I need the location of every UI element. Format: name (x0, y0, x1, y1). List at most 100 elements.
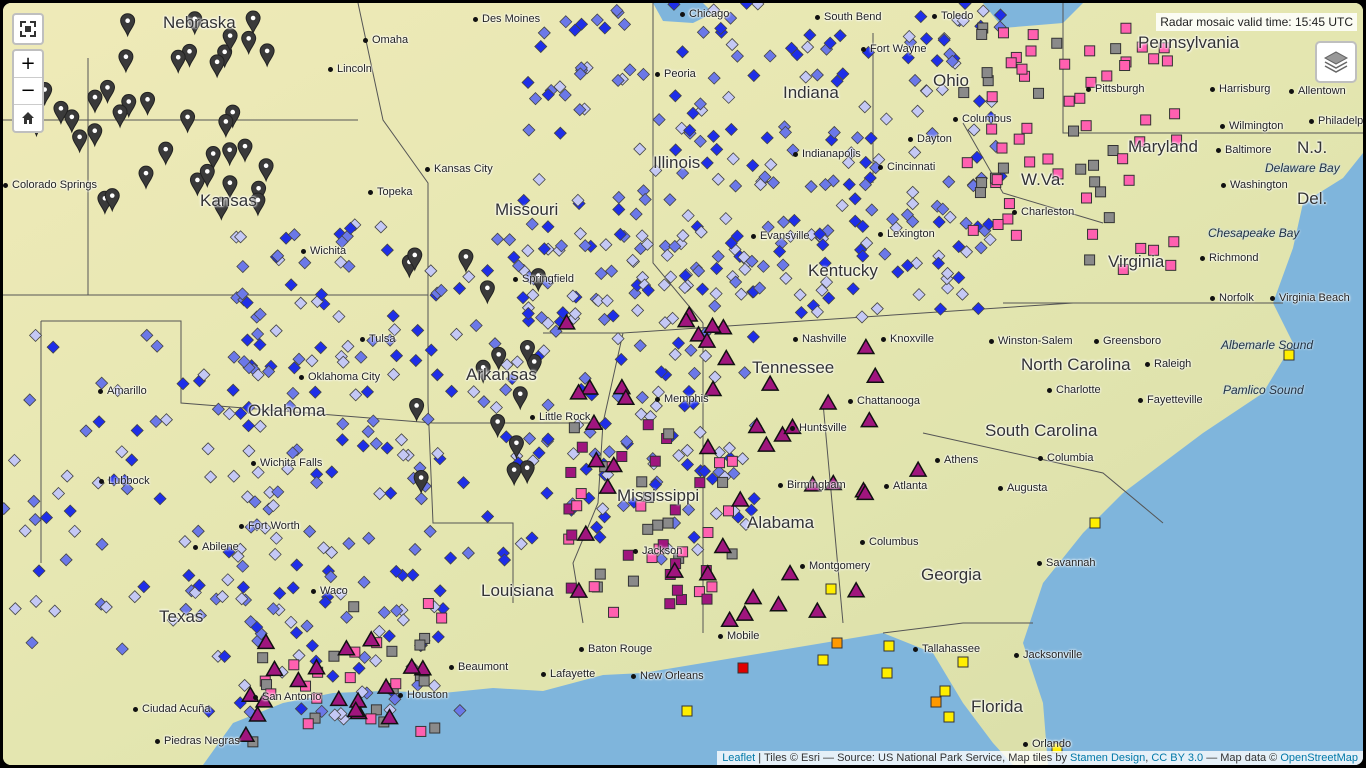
station-diamond-marker[interactable] (724, 122, 738, 136)
station-square-marker[interactable] (422, 598, 434, 610)
station-square-marker[interactable] (1080, 192, 1092, 204)
map-pin-marker[interactable] (458, 249, 474, 274)
station-diamond-marker[interactable] (461, 546, 475, 560)
station-diamond-marker[interactable] (598, 21, 612, 35)
station-square-marker[interactable] (817, 654, 829, 666)
station-diamond-marker[interactable] (424, 264, 438, 278)
station-diamond-marker[interactable] (799, 70, 813, 84)
map-pin-marker[interactable] (112, 104, 128, 129)
station-diamond-marker[interactable] (914, 10, 928, 24)
station-square-marker[interactable] (1089, 517, 1101, 529)
station-diamond-marker[interactable] (693, 134, 707, 148)
station-square-marker[interactable] (418, 675, 430, 687)
station-diamond-marker[interactable] (879, 112, 893, 126)
station-diamond-marker[interactable] (25, 636, 39, 650)
station-diamond-marker[interactable] (236, 259, 250, 274)
station-diamond-marker[interactable] (738, 366, 752, 380)
station-diamond-marker[interactable] (777, 215, 791, 229)
station-diamond-marker[interactable] (680, 457, 695, 472)
station-square-marker[interactable] (717, 476, 729, 488)
station-square-marker[interactable] (881, 667, 893, 679)
station-diamond-marker[interactable] (891, 265, 905, 279)
map-pin-marker[interactable] (138, 165, 154, 190)
station-diamond-marker[interactable] (943, 210, 957, 224)
station-diamond-marker[interactable] (514, 537, 528, 551)
station-diamond-marker[interactable] (340, 610, 354, 624)
map-pin-marker[interactable] (479, 280, 495, 305)
map-pin-marker[interactable] (118, 49, 134, 74)
station-diamond-marker[interactable] (480, 264, 495, 278)
station-diamond-marker[interactable] (325, 465, 339, 479)
station-diamond-marker[interactable] (384, 486, 398, 500)
station-diamond-marker[interactable] (725, 38, 739, 52)
station-square-marker[interactable] (981, 67, 993, 79)
map-pin-marker[interactable] (241, 30, 257, 56)
station-diamond-marker[interactable] (833, 29, 847, 43)
station-diamond-marker[interactable] (751, 3, 765, 11)
station-diamond-marker[interactable] (79, 424, 93, 438)
station-diamond-marker[interactable] (711, 249, 725, 263)
map-pin-marker[interactable] (170, 49, 186, 74)
station-diamond-marker[interactable] (46, 340, 60, 354)
station-diamond-marker[interactable] (130, 423, 144, 438)
station-diamond-marker[interactable] (32, 564, 46, 578)
station-diamond-marker[interactable] (955, 287, 969, 301)
station-diamond-marker[interactable] (933, 302, 948, 316)
station-square-marker[interactable] (1021, 122, 1033, 134)
station-diamond-marker[interactable] (176, 377, 190, 391)
station-diamond-marker[interactable] (271, 485, 285, 499)
station-diamond-marker[interactable] (729, 179, 743, 193)
station-diamond-marker[interactable] (681, 209, 695, 223)
station-diamond-marker[interactable] (906, 185, 920, 199)
warning-triangle-marker[interactable] (860, 411, 879, 428)
station-diamond-marker[interactable] (137, 580, 151, 594)
station-diamond-marker[interactable] (289, 626, 304, 640)
warning-triangle-marker[interactable] (236, 725, 256, 743)
warning-triangle-marker[interactable] (289, 670, 308, 688)
station-square-marker[interactable] (976, 28, 988, 40)
station-diamond-marker[interactable] (617, 17, 632, 31)
station-diamond-marker[interactable] (273, 586, 287, 600)
station-diamond-marker[interactable] (300, 619, 314, 633)
station-diamond-marker[interactable] (708, 299, 722, 313)
station-square-marker[interactable] (386, 645, 398, 657)
station-diamond-marker[interactable] (59, 553, 73, 567)
station-diamond-marker[interactable] (634, 407, 648, 421)
station-square-marker[interactable] (348, 601, 360, 613)
station-diamond-marker[interactable] (221, 573, 235, 587)
station-diamond-marker[interactable] (28, 513, 42, 527)
station-square-marker[interactable] (1051, 37, 1063, 49)
map-pin-marker[interactable] (259, 43, 275, 68)
home-button[interactable] (14, 105, 42, 131)
station-square-marker[interactable] (1016, 63, 1028, 75)
station-diamond-marker[interactable] (95, 537, 109, 551)
station-diamond-marker[interactable] (793, 288, 807, 302)
station-diamond-marker[interactable] (573, 227, 587, 241)
station-diamond-marker[interactable] (481, 509, 495, 524)
station-square-marker[interactable] (675, 594, 687, 606)
station-square-marker[interactable] (1068, 125, 1080, 137)
station-diamond-marker[interactable] (406, 568, 420, 582)
station-diamond-marker[interactable] (373, 487, 387, 501)
station-square-marker[interactable] (415, 725, 427, 737)
station-square-marker[interactable] (992, 218, 1004, 230)
station-square-marker[interactable] (1010, 229, 1022, 241)
station-diamond-marker[interactable] (430, 368, 444, 382)
station-diamond-marker[interactable] (604, 264, 619, 278)
station-diamond-marker[interactable] (7, 453, 22, 467)
station-square-marker[interactable] (370, 704, 382, 716)
station-diamond-marker[interactable] (240, 333, 255, 347)
station-square-marker[interactable] (701, 593, 713, 605)
warning-triangle-marker[interactable] (856, 337, 876, 355)
station-square-marker[interactable] (1095, 186, 1107, 198)
station-square-marker[interactable] (996, 142, 1008, 154)
station-diamond-marker[interactable] (424, 343, 438, 357)
station-diamond-marker[interactable] (858, 100, 872, 114)
station-diamond-marker[interactable] (525, 531, 539, 545)
station-diamond-marker[interactable] (855, 310, 869, 324)
station-diamond-marker[interactable] (776, 258, 790, 272)
station-square-marker[interactable] (957, 656, 969, 668)
station-square-marker[interactable] (616, 451, 628, 463)
map-pin-marker[interactable] (72, 129, 88, 154)
station-diamond-marker[interactable] (253, 419, 267, 433)
